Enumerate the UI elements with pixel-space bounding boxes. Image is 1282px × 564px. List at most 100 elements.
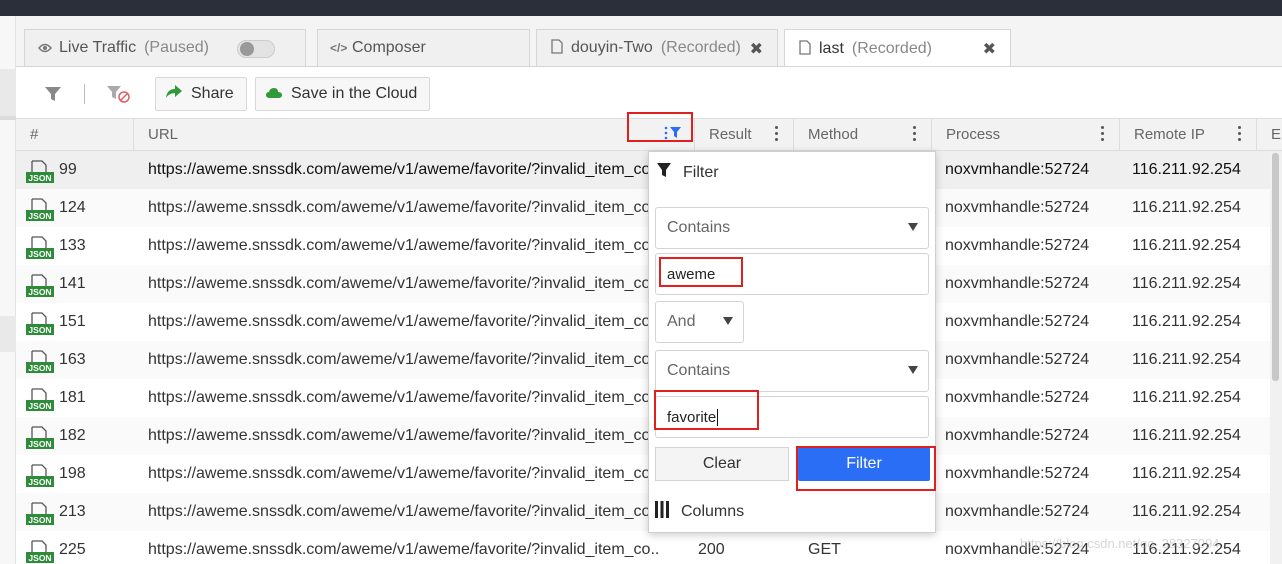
watermark: https://blog.csdn.net/qq_38327094: [1020, 536, 1220, 551]
logic-operator-select[interactable]: And: [655, 301, 744, 343]
tab-title: last: [819, 39, 844, 57]
table-row[interactable]: JSON 213 https://aweme.snssdk.com/aweme/v1…: [16, 493, 1270, 531]
row-process: noxvmhandle:52724: [945, 237, 1090, 254]
share-arrow-icon: [166, 85, 182, 103]
row-remote-ip: 116.211.92.254: [1132, 161, 1241, 178]
save-cloud-label: Save in the Cloud: [291, 85, 418, 102]
row-number: 182: [59, 427, 86, 444]
close-icon[interactable]: ✖: [983, 39, 996, 59]
json-file-icon: JSON: [26, 426, 54, 450]
column-label: #: [30, 126, 39, 143]
operator-value: And: [667, 313, 696, 330]
tab-last[interactable]: last (Recorded) ✖: [784, 29, 1011, 67]
session-tabs: Live Traffic (Paused) </> Composer douyi…: [16, 16, 1282, 67]
filter-popup-title: Filter: [683, 164, 719, 181]
save-in-cloud-button[interactable]: Save in the Cloud: [255, 77, 431, 111]
json-file-icon: JSON: [26, 198, 54, 222]
svg-text:JSON: JSON: [28, 515, 51, 525]
row-process: noxvmhandle:52724: [945, 389, 1090, 406]
row-url: https://aweme.snssdk.com/aweme/v1/aweme/…: [148, 389, 651, 406]
table-row[interactable]: JSON 181 https://aweme.snssdk.com/aweme/v1…: [16, 379, 1270, 417]
json-file-icon: JSON: [26, 160, 54, 184]
row-url: https://aweme.snssdk.com/aweme/v1/aweme/…: [148, 275, 651, 292]
columns-menu-item[interactable]: Columns: [649, 492, 935, 532]
column-header-result[interactable]: Result: [695, 119, 794, 150]
json-file-icon: JSON: [26, 540, 54, 564]
column-header-number[interactable]: #: [16, 119, 134, 150]
left-sidebar-strip: [0, 16, 16, 564]
row-remote-ip: 116.211.92.254: [1132, 237, 1241, 254]
row-remote-ip: 116.211.92.254: [1132, 503, 1241, 520]
column-header-remote-ip[interactable]: Remote IP: [1120, 119, 1257, 150]
tab-douyin-two[interactable]: douyin-Two (Recorded) ✖: [536, 29, 778, 66]
tab-live-traffic[interactable]: Live Traffic (Paused): [24, 29, 306, 66]
row-url: https://aweme.snssdk.com/aweme/v1/aweme/…: [148, 427, 651, 444]
filter-icon: [657, 163, 671, 183]
column-menu-icon[interactable]: [775, 126, 779, 144]
table-row[interactable]: JSON 141 https://aweme.snssdk.com/aweme/v1…: [16, 265, 1270, 303]
row-url: https://aweme.snssdk.com/aweme/v1/aweme/…: [148, 503, 651, 520]
clear-button[interactable]: Clear: [655, 447, 789, 481]
tab-title: Composer: [352, 39, 426, 56]
share-label: Share: [191, 85, 234, 102]
vertical-scrollbar[interactable]: [1270, 151, 1282, 564]
grid-header: # URL Result Method Process Remote IP E: [16, 118, 1282, 151]
column-filter-icon[interactable]: [664, 125, 682, 145]
row-number: 198: [59, 465, 86, 482]
columns-icon: [655, 501, 669, 523]
table-row[interactable]: JSON 163 https://aweme.snssdk.com/aweme/v1…: [16, 341, 1270, 379]
table-row[interactable]: JSON 124 https://aweme.snssdk.com/aweme/v1…: [16, 189, 1270, 227]
code-icon: </>: [330, 41, 348, 55]
condition2-select[interactable]: Contains: [655, 350, 929, 392]
row-number: 225: [59, 541, 86, 558]
row-url: https://aweme.snssdk.com/aweme/v1/aweme/…: [148, 351, 651, 368]
filter-icon[interactable]: [40, 81, 66, 107]
svg-text:JSON: JSON: [28, 211, 51, 221]
table-row[interactable]: JSON 198 https://aweme.snssdk.com/aweme/v1…: [16, 455, 1270, 493]
row-remote-ip: 116.211.92.254: [1132, 389, 1241, 406]
text-cursor: [717, 408, 719, 426]
column-menu-icon[interactable]: [1101, 126, 1105, 144]
column-label: Remote IP: [1134, 126, 1205, 143]
json-file-icon: JSON: [26, 502, 54, 526]
column-header-extra[interactable]: E: [1257, 119, 1282, 150]
clear-filter-icon[interactable]: [106, 81, 132, 107]
column-header-process[interactable]: Process: [932, 119, 1120, 150]
row-number: 181: [59, 389, 86, 406]
svg-text:JSON: JSON: [28, 173, 51, 183]
tab-status: (Paused): [144, 39, 209, 56]
apply-filter-button[interactable]: Filter: [798, 447, 930, 481]
json-file-icon: JSON: [26, 312, 54, 336]
row-process: noxvmhandle:52724: [945, 313, 1090, 330]
row-url: https://aweme.snssdk.com/aweme/v1/aweme/…: [148, 313, 651, 330]
row-remote-ip: 116.211.92.254: [1132, 275, 1241, 292]
row-number: 99: [59, 161, 77, 178]
svg-text:JSON: JSON: [28, 401, 51, 411]
condition1-select[interactable]: Contains: [655, 207, 929, 249]
filter-value2-input[interactable]: favorite: [655, 396, 929, 438]
filter-value1-input[interactable]: aweme: [655, 253, 929, 295]
column-header-url[interactable]: URL: [134, 119, 695, 150]
row-number: 163: [59, 351, 86, 368]
column-header-method[interactable]: Method: [794, 119, 932, 150]
table-row[interactable]: JSON 133 https://aweme.snssdk.com/aweme/v1…: [16, 227, 1270, 265]
live-traffic-toggle[interactable]: [237, 40, 275, 58]
column-menu-icon[interactable]: [1238, 126, 1242, 144]
filter-popup: Filter Contains aweme And Contains favor…: [648, 151, 936, 533]
row-number: 124: [59, 199, 86, 216]
table-row[interactable]: JSON 151 https://aweme.snssdk.com/aweme/v1…: [16, 303, 1270, 341]
json-file-icon: JSON: [26, 236, 54, 260]
close-icon[interactable]: ✖: [750, 39, 763, 59]
row-url: https://aweme.snssdk.com/aweme/v1/aweme/…: [148, 541, 658, 558]
column-menu-icon[interactable]: [913, 126, 917, 144]
svg-text:JSON: JSON: [28, 363, 51, 373]
svg-text:JSON: JSON: [28, 249, 51, 259]
table-row[interactable]: JSON 99 https://aweme.snssdk.com/aweme/v1/…: [16, 151, 1270, 189]
document-icon: [549, 39, 565, 57]
row-remote-ip: 116.211.92.254: [1132, 427, 1241, 444]
tab-composer[interactable]: </> Composer: [317, 29, 530, 66]
condition1-value: Contains: [667, 219, 731, 236]
table-row[interactable]: JSON 182 https://aweme.snssdk.com/aweme/v1…: [16, 417, 1270, 455]
share-button[interactable]: Share: [155, 77, 247, 111]
scrollbar-thumb[interactable]: [1272, 153, 1279, 381]
